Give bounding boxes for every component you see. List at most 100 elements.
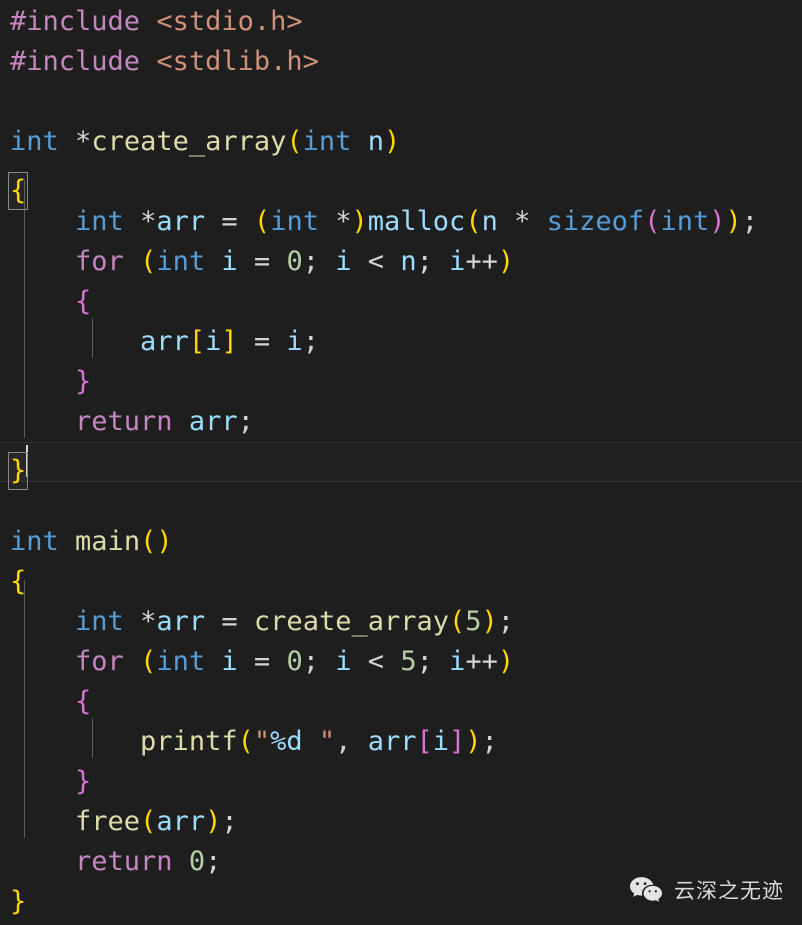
quote-open: " (253, 726, 271, 757)
variable-i: i (205, 326, 222, 357)
code-line-8[interactable]: { (0, 282, 802, 322)
code-line-5[interactable]: { (0, 162, 802, 210)
semicolon: ; (237, 406, 254, 437)
code-line-15[interactable]: { (0, 562, 802, 602)
code-line-17[interactable]: for (int i = 0; i < 5; i++) (0, 642, 802, 682)
semicolon: ; (481, 726, 498, 757)
code-line-16[interactable]: int *arr = create_array(5); (0, 602, 802, 642)
variable-arr: arr (367, 726, 417, 757)
variable-i: i (221, 646, 238, 677)
quote-close: " (318, 726, 336, 757)
paren-close: ) (497, 246, 515, 277)
wechat-icon (629, 876, 663, 904)
code-line-1[interactable]: #include <stdio.h> (0, 2, 802, 42)
code-line-12[interactable]: } (0, 442, 802, 490)
semicolon: ; (416, 646, 433, 677)
code-line-3[interactable] (0, 82, 802, 122)
operator-star: * (75, 126, 92, 157)
operator-assign: = (253, 246, 271, 277)
semicolon: ; (741, 206, 759, 237)
code-line-11[interactable]: return arr; (0, 402, 802, 442)
param-n: n (367, 126, 384, 157)
code-editor[interactable]: #include <stdio.h> #include <stdlib.h> i… (0, 0, 802, 925)
bracket-close: ] (449, 726, 466, 757)
code-line-13[interactable] (0, 482, 802, 522)
code-content[interactable]: #include <stdio.h> #include <stdlib.h> i… (0, 0, 802, 922)
code-line-21[interactable]: free(arr); (0, 802, 802, 842)
format-specifier: %d (270, 726, 303, 757)
code-line-6[interactable]: int *arr = (int *)malloc(n * sizeof(int)… (0, 202, 802, 242)
operator-assign: = (221, 206, 238, 237)
paren-open: ( (140, 806, 157, 837)
function-create-array: create_array (253, 606, 449, 637)
number-five: 5 (465, 606, 482, 637)
operator-increment: ++ (465, 246, 498, 277)
paren-close: ) (709, 206, 726, 237)
semicolon: ; (221, 806, 238, 837)
keyword-int: int (270, 206, 319, 237)
variable-arr: arr (188, 406, 238, 437)
paren-close: ) (725, 206, 742, 237)
paren-open: ( (286, 126, 303, 157)
code-line-9[interactable]: arr[i] = i; (0, 322, 802, 362)
paren-open: ( (140, 526, 157, 557)
variable-i: i (335, 246, 352, 277)
paren-open: ( (237, 726, 254, 757)
variable-i: i (286, 326, 303, 357)
paren-close: ) (481, 606, 498, 637)
keyword-int: int (10, 126, 59, 157)
semicolon: ; (416, 246, 433, 277)
brace-close: } (75, 366, 92, 397)
paren-close: ) (156, 526, 173, 557)
code-line-4[interactable]: int *create_array(int n) (0, 122, 802, 162)
watermark: 云深之无迹 (629, 875, 784, 905)
preprocessor-directive: #include (10, 6, 141, 37)
code-line-19[interactable]: printf("%d ", arr[i]); (0, 722, 802, 762)
comma: , (335, 726, 352, 757)
variable-arr: arr (156, 606, 206, 637)
keyword-int: int (302, 126, 352, 157)
variable-i: i (221, 246, 238, 277)
header-stdlib: <stdlib.h> (156, 46, 319, 77)
paren-close: ) (351, 206, 368, 237)
watermark-text: 云深之无迹 (674, 879, 784, 903)
variable-i: i (449, 246, 466, 277)
code-line-10[interactable]: } (0, 362, 802, 402)
number-five: 5 (400, 646, 417, 677)
code-line-20[interactable]: } (0, 762, 802, 802)
paren-open: ( (449, 606, 466, 637)
variable-arr: arr (156, 206, 206, 237)
operator-assign: = (253, 646, 271, 677)
code-line-7[interactable]: for (int i = 0; i < n; i++) (0, 242, 802, 282)
variable-n: n (481, 206, 498, 237)
function-create-array: create_array (91, 126, 287, 157)
brace-open: { (10, 566, 27, 597)
keyword-return: return (75, 406, 173, 437)
code-line-2[interactable]: #include <stdlib.h> (0, 42, 802, 82)
semicolon: ; (497, 606, 515, 637)
code-line-18[interactable]: { (0, 682, 802, 722)
brace-open: { (75, 686, 92, 717)
code-line-14[interactable]: int main() (0, 522, 802, 562)
keyword-for: for (75, 246, 124, 277)
operator-star: * (335, 206, 352, 237)
